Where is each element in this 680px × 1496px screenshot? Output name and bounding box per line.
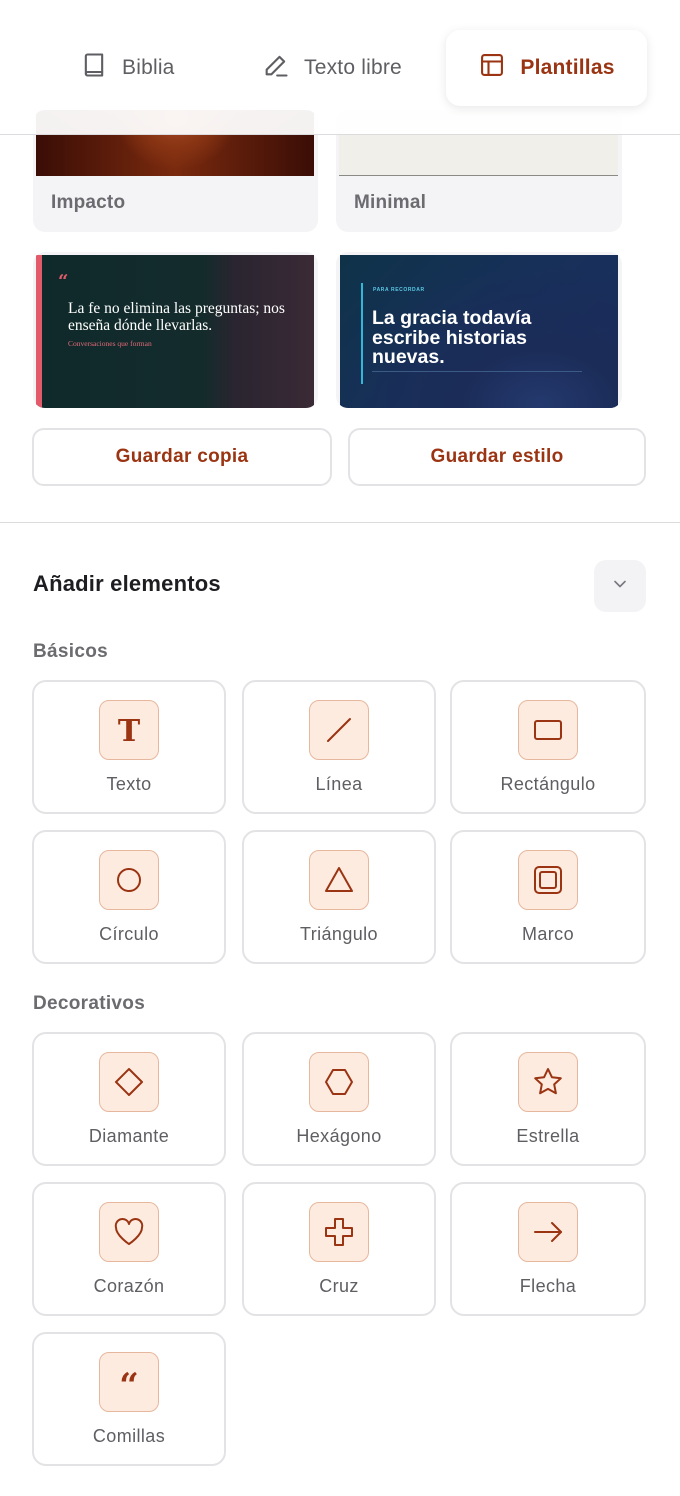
element-label: Flecha bbox=[519, 1276, 577, 1296]
template-card-gracia[interactable]: PARA RECORDAR La gracia todavía escribe … bbox=[336, 252, 622, 408]
svg-text:T: T bbox=[118, 714, 141, 746]
element-linea-button[interactable]: Línea bbox=[242, 680, 436, 814]
element-label: Cruz bbox=[319, 1276, 359, 1296]
element-marco-button[interactable]: Marco bbox=[450, 830, 646, 964]
circle-icon bbox=[99, 850, 159, 910]
template-thumbnail: “ La fe no elimina las preguntas; nos en… bbox=[36, 255, 314, 408]
element-rectangulo-button[interactable]: Rectángulo bbox=[450, 680, 646, 814]
element-triangulo-button[interactable]: Triángulo bbox=[242, 830, 436, 964]
accent-line bbox=[361, 283, 363, 384]
triangle-icon bbox=[309, 850, 369, 910]
template-kicker: PARA RECORDAR bbox=[373, 287, 425, 293]
quote-mark-icon: “ bbox=[58, 271, 69, 292]
element-label: Corazón bbox=[93, 1276, 165, 1296]
star-icon bbox=[518, 1052, 578, 1112]
pencil-icon bbox=[262, 51, 290, 85]
element-cruz-button[interactable]: Cruz bbox=[242, 1182, 436, 1316]
element-hexagono-button[interactable]: Hexágono bbox=[242, 1032, 436, 1166]
template-quote-text: La fe no elimina las preguntas; nos ense… bbox=[68, 300, 285, 334]
collapse-button[interactable] bbox=[594, 560, 646, 612]
element-label: Triángulo bbox=[300, 924, 378, 944]
element-label: Hexágono bbox=[296, 1126, 382, 1146]
element-label: Rectángulo bbox=[500, 774, 596, 794]
heart-icon bbox=[99, 1202, 159, 1262]
book-icon bbox=[80, 51, 108, 85]
element-estrella-button[interactable]: Estrella bbox=[450, 1032, 646, 1166]
element-label: Marco bbox=[521, 924, 574, 944]
element-diamante-button[interactable]: Diamante bbox=[32, 1032, 226, 1166]
element-label: Comillas bbox=[92, 1426, 166, 1446]
tab-bar: Biblia Texto libre Plantillas bbox=[0, 0, 680, 135]
quotes-icon: “ bbox=[99, 1352, 159, 1412]
hexagon-icon bbox=[309, 1052, 369, 1112]
element-comillas-button[interactable]: “ Comillas bbox=[32, 1332, 226, 1466]
tab-label: Biblia bbox=[122, 56, 175, 79]
element-flecha-button[interactable]: Flecha bbox=[450, 1182, 646, 1316]
group-title-decorativos: Decorativos bbox=[33, 993, 146, 1014]
accent-bar bbox=[36, 255, 42, 408]
svg-text:“: “ bbox=[119, 1366, 139, 1398]
template-label: Impacto bbox=[51, 192, 126, 213]
element-circulo-button[interactable]: Círculo bbox=[32, 830, 226, 964]
diamond-icon bbox=[99, 1052, 159, 1112]
tab-label: Texto libre bbox=[304, 56, 402, 79]
element-label: Círculo bbox=[99, 924, 159, 944]
rectangle-icon bbox=[518, 700, 578, 760]
element-texto-button[interactable]: T Texto bbox=[32, 680, 226, 814]
element-label: Estrella bbox=[516, 1126, 580, 1146]
element-label: Diamante bbox=[88, 1126, 170, 1146]
element-label: Texto bbox=[106, 774, 152, 794]
line-icon bbox=[309, 700, 369, 760]
frame-icon bbox=[518, 850, 578, 910]
text-icon: T bbox=[99, 700, 159, 760]
section-title: Añadir elementos bbox=[33, 571, 221, 596]
template-quote-source: Conversaciones que forman bbox=[68, 339, 152, 348]
template-thumbnail: PARA RECORDAR La gracia todavía escribe … bbox=[340, 255, 618, 408]
divider-line bbox=[372, 371, 582, 372]
layout-icon bbox=[478, 51, 506, 85]
tab-biblia[interactable]: Biblia bbox=[80, 30, 175, 106]
element-corazon-button[interactable]: Corazón bbox=[32, 1182, 226, 1316]
save-style-button[interactable]: Guardar estilo bbox=[348, 428, 646, 486]
arrow-right-icon bbox=[518, 1202, 578, 1262]
template-label: Minimal bbox=[354, 192, 427, 213]
template-card-conversaciones[interactable]: “ La fe no elimina las preguntas; nos en… bbox=[33, 252, 318, 408]
cross-icon bbox=[309, 1202, 369, 1262]
template-headline: La gracia todavía escribe historias nuev… bbox=[372, 307, 532, 368]
tab-plantillas[interactable]: Plantillas bbox=[446, 30, 647, 106]
group-title-basicos: Básicos bbox=[33, 641, 108, 662]
chevron-down-icon bbox=[610, 574, 630, 599]
element-label: Línea bbox=[315, 774, 363, 794]
tab-texto-libre[interactable]: Texto libre bbox=[262, 30, 402, 106]
section-divider bbox=[0, 522, 680, 523]
save-copy-button[interactable]: Guardar copia bbox=[32, 428, 332, 486]
tab-label: Plantillas bbox=[520, 56, 615, 79]
